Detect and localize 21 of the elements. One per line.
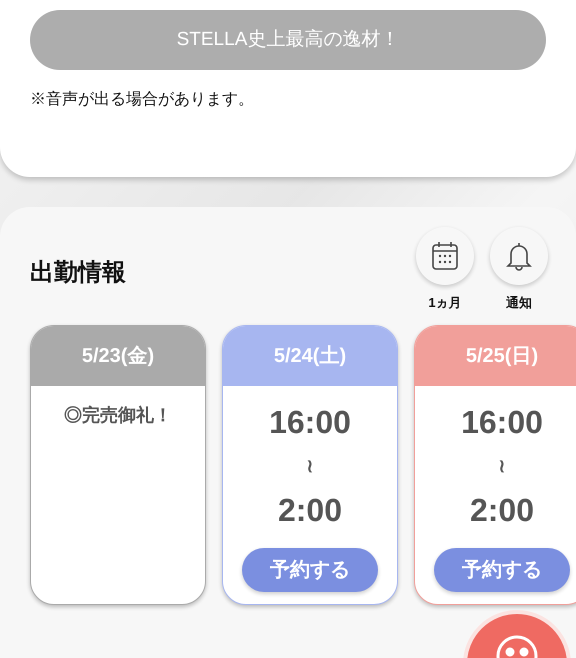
start-time: 16:00 [269, 402, 351, 442]
range-separator: ≀ [498, 454, 506, 478]
section-title: 出勤情報 [30, 258, 126, 288]
banner: STELLA史上最高の逸材！ [30, 10, 546, 70]
notification-button[interactable] [490, 227, 548, 285]
end-time: 2:00 [278, 490, 342, 530]
date-header: 5/25(日) [415, 326, 576, 386]
reserve-button[interactable]: 予約する [242, 548, 378, 592]
reserve-button[interactable]: 予約する [434, 548, 570, 592]
end-time: 2:00 [470, 490, 534, 530]
notice-text: ※音声が出る場合があります。 [30, 90, 255, 110]
date-header: 5/23(金) [31, 326, 205, 386]
range-separator: ≀ [306, 454, 314, 478]
date-header: 5/24(土) [223, 326, 397, 386]
action-label: 1ヵ月 [428, 294, 462, 312]
calendar-button[interactable] [416, 227, 474, 285]
calendar-icon [431, 241, 459, 271]
action-label: 通知 [506, 294, 532, 312]
bell-icon [505, 241, 533, 271]
sold-out-note: ◎完売御礼！ [64, 404, 172, 426]
start-time: 16:00 [461, 402, 543, 442]
